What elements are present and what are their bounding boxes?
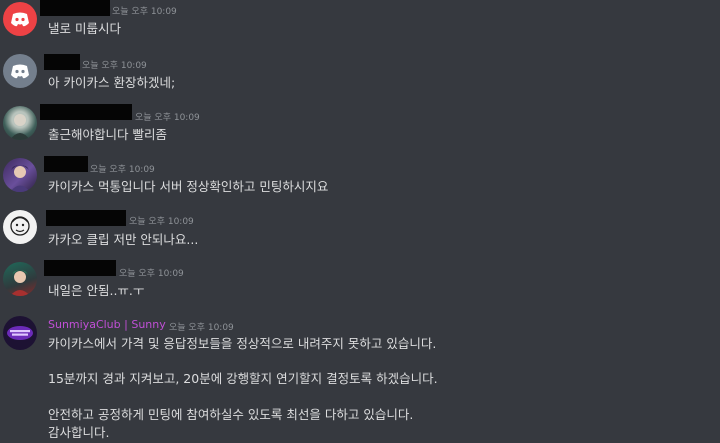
- message-text: 내일은 안됨..ㅠ.ㅜ: [48, 283, 145, 298]
- message-text: 카카오 클립 저만 안되나요...: [48, 232, 199, 247]
- message-timestamp: 오늘 오후 10:09: [82, 61, 147, 71]
- discord-logo-icon: [11, 64, 29, 79]
- redacted-username: [44, 54, 80, 70]
- sunmiya-club-logo-icon: [7, 326, 33, 340]
- message-text: 출근해야합니다 빨리좀: [48, 127, 167, 142]
- user-avatar[interactable]: [3, 158, 37, 192]
- message-text: 감사합니다.: [48, 425, 110, 440]
- redacted-username: [40, 104, 132, 120]
- user-avatar[interactable]: [3, 262, 37, 296]
- message-text: 아 카이카스 환장하겠네;: [48, 75, 176, 90]
- discord-logo-icon: [11, 12, 29, 27]
- message-text: 낼로 미룹시다: [48, 21, 121, 36]
- user-avatar[interactable]: [3, 316, 37, 350]
- message-text: 카이카스에서 가격 및 응답정보들을 정상적으로 내려주지 못하고 있습니다.: [48, 336, 437, 351]
- redacted-username: [44, 260, 116, 276]
- person-avatar-icon: [10, 165, 30, 192]
- message-text: 카이카스 먹통입니다 서버 정상확인하고 민팅하시지요: [48, 179, 329, 194]
- redacted-username: [44, 156, 88, 172]
- user-avatar[interactable]: [3, 2, 37, 36]
- person-avatar-icon: [10, 270, 30, 296]
- sketch-face-icon: [10, 216, 30, 236]
- person-avatar-icon: [10, 114, 30, 140]
- user-avatar[interactable]: [3, 210, 37, 244]
- message-text: 안전하고 공정하게 민팅에 참여하실수 있도록 최선을 다하고 있습니다.: [48, 407, 414, 422]
- message-timestamp: 오늘 오후 10:09: [129, 217, 194, 227]
- message-text: 15분까지 경과 지켜보고, 20분에 강행할지 연기할지 결정토록 하겠습니다…: [48, 371, 438, 386]
- user-avatar[interactable]: [3, 106, 37, 140]
- user-avatar[interactable]: [3, 54, 37, 88]
- message-timestamp: 오늘 오후 10:09: [119, 269, 184, 279]
- message-timestamp: 오늘 오후 10:09: [169, 323, 234, 333]
- username[interactable]: SunmiyaClub | Sunny: [48, 318, 166, 331]
- message-timestamp: 오늘 오후 10:09: [112, 7, 177, 17]
- message-timestamp: 오늘 오후 10:09: [90, 165, 155, 175]
- message-timestamp: 오늘 오후 10:09: [135, 113, 200, 123]
- redacted-username: [46, 210, 126, 226]
- redacted-username: [40, 0, 110, 16]
